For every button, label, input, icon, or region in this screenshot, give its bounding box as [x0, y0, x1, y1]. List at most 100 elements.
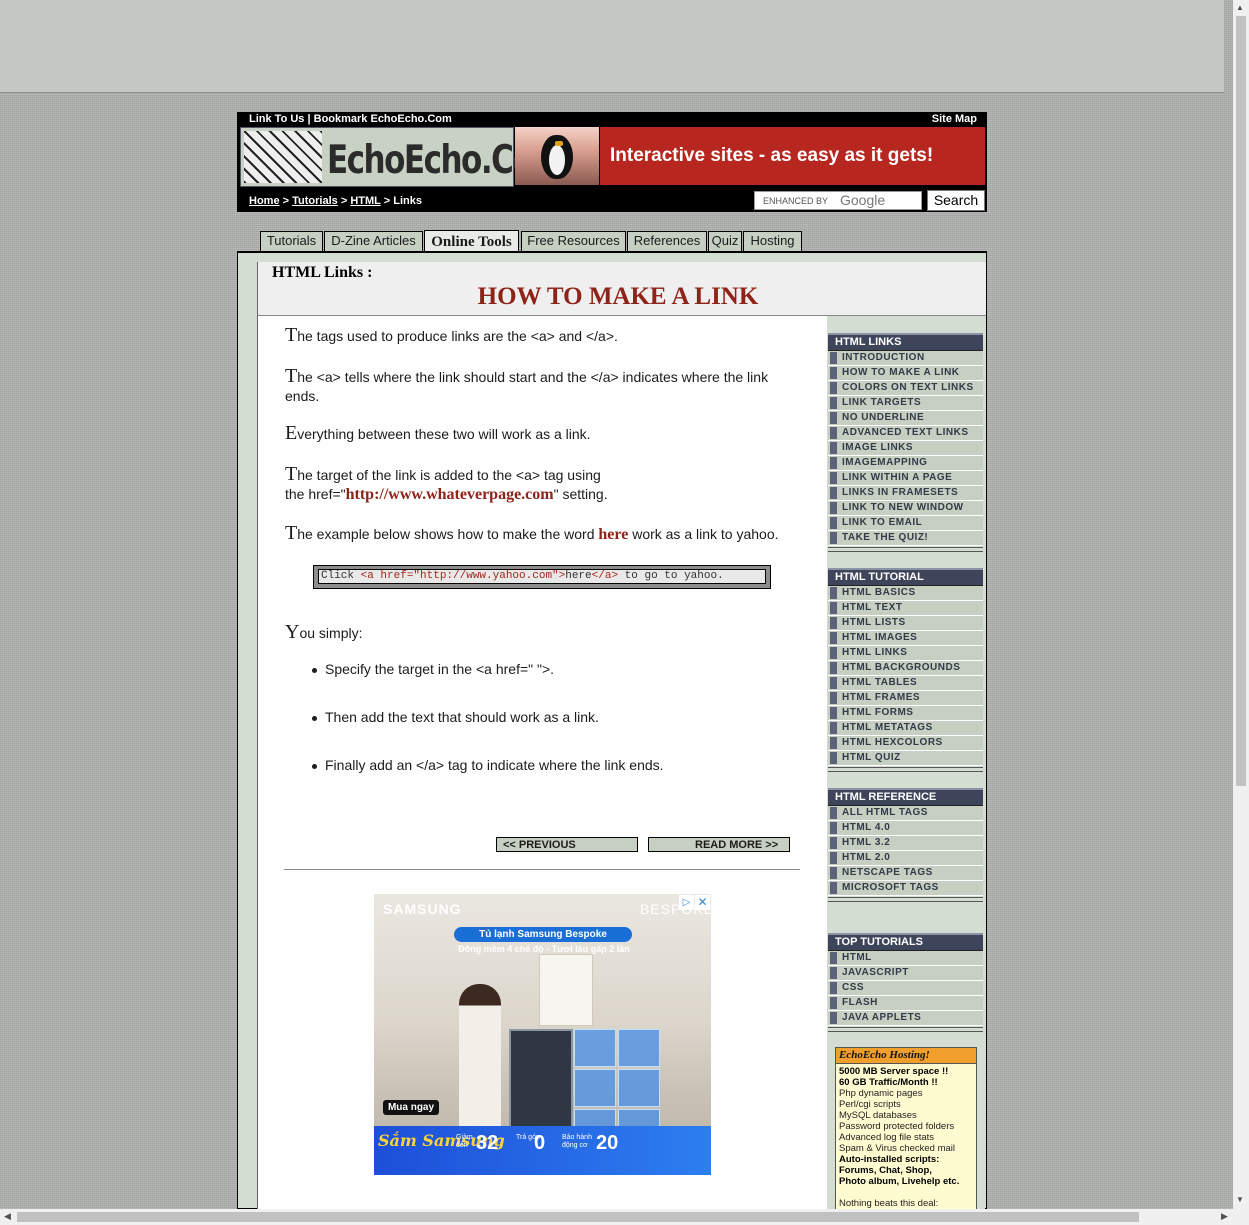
tab-references[interactable]: References	[627, 231, 707, 251]
hosting-line: 60 GB Traffic/Month !!	[839, 1077, 938, 1088]
horizontal-scrollbar[interactable]: ◀ ▶	[0, 1209, 1249, 1225]
sidebar-item[interactable]: FLASH	[828, 996, 983, 1011]
tab-dzine-articles[interactable]: D-Zine Articles	[324, 231, 423, 251]
sidebar-item[interactable]: HOW TO MAKE A LINK	[828, 366, 983, 381]
sidebar-item[interactable]: HTML TEXT	[828, 601, 983, 616]
sidebar-item[interactable]: ADVANCED TEXT LINKS	[828, 426, 983, 441]
sidebar-item[interactable]: NETSCAPE TAGS	[828, 866, 983, 881]
site-map-link[interactable]: Site Map	[932, 113, 977, 125]
sidebar-item[interactable]: LINK TO NEW WINDOW	[828, 501, 983, 516]
tab-online-tools[interactable]: Online Tools	[424, 230, 519, 253]
page-title: HOW TO MAKE A LINK	[477, 283, 759, 310]
samsung-ad-banner[interactable]: SAMSUNG BESPOKE ▷ ✕ Tủ lạnh Samsung Besp…	[374, 894, 711, 1175]
sidebar-item[interactable]: HTML HEXCOLORS	[828, 736, 983, 751]
search-button[interactable]: Search	[927, 190, 985, 211]
sidebar-item[interactable]: HTML LINKS	[828, 646, 983, 661]
breadcrumb-html[interactable]: HTML	[350, 195, 380, 207]
penguin-image	[515, 127, 599, 185]
sidebar-item[interactable]: COLORS ON TEXT LINKS	[828, 381, 983, 396]
drop-cap: T	[285, 365, 298, 387]
sidebar-item[interactable]: HTML TABLES	[828, 676, 983, 691]
header-separator: |	[307, 113, 311, 125]
link-to-us-link[interactable]: Link To Us	[249, 113, 304, 125]
sidebar-item[interactable]: NO UNDERLINE	[828, 411, 983, 426]
sidebar-item[interactable]: HTML IMAGES	[828, 631, 983, 646]
sidebar-item[interactable]: JAVA APPLETS	[828, 1011, 983, 1026]
drop-cap: Y	[285, 621, 300, 643]
sidebar-item[interactable]: MICROSOFT TAGS	[828, 881, 983, 896]
paragraph-3: Everything between these two will work a…	[285, 422, 785, 444]
hosting-box[interactable]: EchoEcho Hosting! 5000 MB Server space !…	[835, 1047, 977, 1219]
here-word: here	[598, 526, 629, 543]
breadcrumb-home[interactable]: Home	[249, 195, 280, 207]
paragraph-5: The example below shows how to make the …	[285, 523, 815, 544]
sidebar-item[interactable]: HTML FORMS	[828, 706, 983, 721]
scroll-up-icon[interactable]: ▲	[1236, 3, 1244, 12]
list-item: Then add the text that should work as a …	[312, 709, 599, 725]
google-label: Google	[840, 192, 886, 208]
hosting-line: Nothing beats this deal:	[839, 1198, 939, 1209]
hosting-line: Php dynamic pages	[839, 1088, 923, 1099]
sidebar: HTML LINKS INTRODUCTION HOW TO MAKE A LIN…	[827, 316, 985, 1219]
sidebar-item[interactable]: HTML QUIZ	[828, 751, 983, 766]
sidebar-heading: HTML TUTORIAL	[828, 568, 983, 586]
sidebar-item[interactable]: HTML 4.0	[828, 821, 983, 836]
sidebar-item[interactable]: INTRODUCTION	[828, 351, 983, 366]
sidebar-item[interactable]: HTML 2.0	[828, 851, 983, 866]
tab-quiz[interactable]: Quiz	[708, 231, 742, 251]
sidebar-item[interactable]: LINK TO EMAIL	[828, 516, 983, 531]
hosting-line: Spam & Virus checked mail	[839, 1143, 955, 1154]
previous-button[interactable]: << PREVIOUS	[496, 837, 638, 852]
drop-cap: E	[285, 422, 298, 444]
tab-free-resources[interactable]: Free Resources	[521, 231, 626, 251]
paragraph-text: work as a link to yahoo.	[628, 526, 779, 542]
scroll-left-icon[interactable]: ◀	[4, 1211, 11, 1222]
sidebar-html-links: HTML LINKS INTRODUCTION HOW TO MAKE A LIN…	[828, 333, 983, 552]
sidebar-item[interactable]: CSS	[828, 981, 983, 996]
sidebar-item[interactable]: IMAGEMAPPING	[828, 456, 983, 471]
vertical-scroll-thumb[interactable]	[1236, 16, 1246, 786]
ad-buy-now-button[interactable]: Mua ngay	[383, 1100, 439, 1115]
scroll-right-icon[interactable]: ▶	[1221, 1211, 1228, 1222]
sidebar-heading: TOP TUTORIALS	[828, 933, 983, 951]
ad-close-icon[interactable]: ✕	[695, 895, 710, 910]
divider	[284, 869, 800, 870]
google-search-input[interactable]: ENHANCED BY Google	[754, 191, 922, 210]
header-banner[interactable]: Interactive sites - as easy as it gets!	[600, 127, 985, 185]
read-more-button[interactable]: READ MORE >>	[648, 837, 790, 852]
sidebar-item[interactable]: HTML LISTS	[828, 616, 983, 631]
bookmark-link[interactable]: Bookmark EchoEcho.Com	[314, 113, 452, 125]
vertical-scrollbar[interactable]: ▲ ▼	[1233, 0, 1249, 1209]
breadcrumb: Home > Tutorials > HTML > Links	[249, 195, 422, 207]
sidebar-item[interactable]: HTML BASICS	[828, 586, 983, 601]
sidebar-item[interactable]: ALL HTML TAGS	[828, 806, 983, 821]
echoecho-logo[interactable]: EchoEcho.Com	[240, 127, 564, 187]
sidebar-item[interactable]: LINK TARGETS	[828, 396, 983, 411]
horizontal-scroll-thumb[interactable]	[17, 1212, 1139, 1222]
breadcrumb-sep: >	[282, 195, 290, 207]
sidebar-item[interactable]: HTML FRAMES	[828, 691, 983, 706]
tab-tutorials[interactable]: Tutorials	[260, 231, 323, 251]
sidebar-item[interactable]: TAKE THE QUIZ!	[828, 531, 983, 546]
hosting-line: 5000 MB Server space !!	[839, 1066, 949, 1077]
tab-hosting[interactable]: Hosting	[743, 231, 802, 251]
sidebar-item[interactable]: HTML BACKGROUNDS	[828, 661, 983, 676]
sidebar-item[interactable]: HTML METATAGS	[828, 721, 983, 736]
paragraph-text: he <a> tells where the link should start…	[285, 369, 769, 404]
paragraph-text: " setting.	[553, 486, 608, 502]
hosting-line: Photo album, Livehelp etc.	[839, 1176, 960, 1187]
hosting-line: MySQL databases	[839, 1110, 917, 1121]
sidebar-item[interactable]: IMAGE LINKS	[828, 441, 983, 456]
ad-deal-value: 32	[476, 1132, 499, 1154]
sidebar-item[interactable]: HTML 3.2	[828, 836, 983, 851]
sidebar-item[interactable]: LINKS IN FRAMESETS	[828, 486, 983, 501]
sidebar-item[interactable]: HTML	[828, 951, 983, 966]
ad-info-icon[interactable]: ▷	[679, 895, 694, 910]
scroll-down-icon[interactable]: ▼	[1236, 1195, 1244, 1204]
sidebar-item[interactable]: LINK WITHIN A PAGE	[828, 471, 983, 486]
paragraph-2: The <a> tells where the link should star…	[285, 365, 785, 406]
page-heading: HTML Links : HOW TO MAKE A LINK	[257, 262, 986, 316]
sidebar-item[interactable]: JAVASCRIPT	[828, 966, 983, 981]
main-content: The tags used to produce links are the <…	[257, 316, 828, 1209]
breadcrumb-tutorials[interactable]: Tutorials	[292, 195, 338, 207]
